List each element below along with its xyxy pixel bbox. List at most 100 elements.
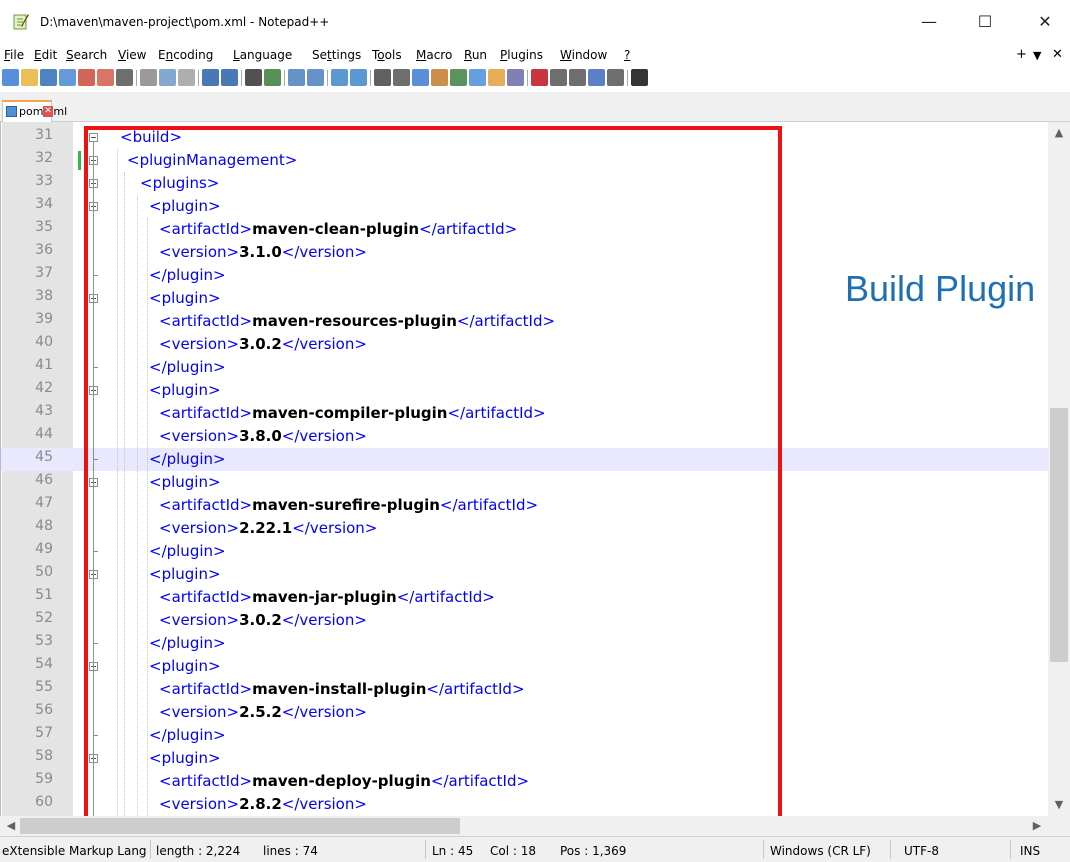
menu-plugins[interactable]: Plugins [500, 48, 543, 62]
code-line[interactable]: 59 <artifactId>maven-deploy-plugin</artif… [1, 770, 1048, 793]
code-line[interactable]: 54 <plugin> [1, 655, 1048, 678]
menu-run[interactable]: Run [464, 48, 487, 62]
close-document-icon[interactable]: ✕ [1052, 47, 1063, 62]
record-macro-icon[interactable] [531, 69, 548, 86]
maximize-button[interactable]: ☐ [970, 10, 1000, 34]
menu-edit[interactable]: Edit [34, 48, 57, 62]
scroll-right-arrow-icon[interactable]: ▶ [1026, 819, 1048, 832]
menu-search[interactable]: Search [66, 48, 107, 62]
horizontal-scroll-thumb[interactable] [20, 818, 460, 834]
copy-icon[interactable] [159, 69, 176, 86]
code-line[interactable]: 43 <artifactId>maven-compiler-plugin</art… [1, 402, 1048, 425]
tab-close-icon[interactable]: ✕ [43, 106, 53, 117]
vertical-scrollbar[interactable]: ▲ ▼ [1048, 122, 1070, 816]
code-line[interactable]: 55 <artifactId>maven-install-plugin</arti… [1, 678, 1048, 701]
close-all-icon[interactable] [97, 69, 114, 86]
replace-icon[interactable] [264, 69, 281, 86]
vertical-scroll-thumb[interactable] [1050, 408, 1068, 662]
code-line[interactable]: 58 <plugin> [1, 747, 1048, 770]
folder-workspace-icon[interactable] [488, 69, 505, 86]
code-line[interactable]: 50 <plugin> [1, 563, 1048, 586]
code-line[interactable]: 41 </plugin> [1, 356, 1048, 379]
redo-icon[interactable] [221, 69, 238, 86]
menu-language[interactable]: Language [233, 48, 292, 62]
code-line[interactable]: 33 <plugins> [1, 172, 1048, 195]
code-line[interactable]: 56 <version>2.5.2</version> [1, 701, 1048, 724]
status-encoding[interactable]: UTF-8 [904, 844, 939, 858]
code-line[interactable]: 47 <artifactId>maven-surefire-plugin</art… [1, 494, 1048, 517]
scroll-up-arrow-icon[interactable]: ▲ [1048, 126, 1070, 139]
close-icon[interactable] [78, 69, 95, 86]
save-macro-icon[interactable] [607, 69, 624, 86]
stop-macro-icon[interactable] [550, 69, 567, 86]
menu-file[interactable]: File [4, 48, 24, 62]
cut-icon[interactable] [140, 69, 157, 86]
code-line[interactable]: 35 <artifactId>maven-clean-plugin</artifa… [1, 218, 1048, 241]
code-text: <version>3.1.0</version> [159, 241, 367, 264]
open-file-icon[interactable] [21, 69, 38, 86]
code-line[interactable]: 49 </plugin> [1, 540, 1048, 563]
menu-window[interactable]: Window [560, 48, 607, 62]
tab-pom-xml[interactable]: pom.xml ✕ [2, 100, 67, 122]
scroll-down-arrow-icon[interactable]: ▼ [1048, 798, 1070, 811]
status-divider [425, 840, 426, 859]
code-line[interactable]: 31 <build> [1, 126, 1048, 149]
zoom-out-icon[interactable] [307, 69, 324, 86]
menu-tools[interactable]: Tools [372, 48, 402, 62]
new-tab-plus-icon[interactable]: + [1016, 47, 1027, 62]
save-icon[interactable] [40, 69, 57, 86]
code-line[interactable]: 42 <plugin> [1, 379, 1048, 402]
menu-view[interactable]: View [118, 48, 146, 62]
print-icon[interactable] [116, 69, 133, 86]
code-line[interactable]: 51 <artifactId>maven-jar-plugin</artifact… [1, 586, 1048, 609]
code-line[interactable]: 45 </plugin> [1, 448, 1048, 471]
code-line[interactable]: 52 <version>3.0.2</version> [1, 609, 1048, 632]
code-line[interactable]: 48 <version>2.22.1</version> [1, 517, 1048, 540]
scroll-left-arrow-icon[interactable]: ◀ [0, 819, 22, 832]
word-wrap-icon[interactable] [374, 69, 391, 86]
code-line[interactable]: 57 </plugin> [1, 724, 1048, 747]
code-line[interactable]: 34 <plugin> [1, 195, 1048, 218]
code-line[interactable]: 40 <version>3.0.2</version> [1, 333, 1048, 356]
menu-encoding[interactable]: Encoding [158, 48, 213, 62]
code-line[interactable]: 36 <version>3.1.0</version> [1, 241, 1048, 264]
menu-macro[interactable]: Macro [416, 48, 452, 62]
line-number: 38 [35, 288, 53, 304]
status-insert-mode[interactable]: INS [1020, 844, 1040, 858]
code-line[interactable]: 60 <version>2.8.2</version> [1, 793, 1048, 816]
udl-icon[interactable] [431, 69, 448, 86]
code-line[interactable]: 53 </plugin> [1, 632, 1048, 655]
undo-icon[interactable] [202, 69, 219, 86]
zoom-in-icon[interactable] [288, 69, 305, 86]
minimize-button[interactable]: — [914, 10, 944, 34]
horizontal-scrollbar[interactable]: ◀ ▶ [0, 816, 1048, 836]
line-number: 58 [35, 748, 53, 764]
new-file-icon[interactable] [2, 69, 19, 86]
line-number: 42 [35, 380, 53, 396]
play-macro-icon[interactable] [569, 69, 586, 86]
monitoring-icon[interactable] [507, 69, 524, 86]
run-icon[interactable] [631, 69, 648, 86]
tab-list-dropdown-icon[interactable]: ▼ [1033, 49, 1041, 62]
sync-horizontal-icon[interactable] [350, 69, 367, 86]
menu-settings[interactable]: Settings [312, 48, 361, 62]
code-line[interactable]: 39 <artifactId>maven-resources-plugin</ar… [1, 310, 1048, 333]
run-macro-multiple-icon[interactable] [588, 69, 605, 86]
sync-vertical-icon[interactable] [331, 69, 348, 86]
doc-map-icon[interactable] [450, 69, 467, 86]
code-line[interactable]: 46 <plugin> [1, 471, 1048, 494]
code-line[interactable]: 32 <pluginManagement> [1, 149, 1048, 172]
indent-guide-icon[interactable] [412, 69, 429, 86]
close-window-button[interactable]: ✕ [1030, 10, 1060, 34]
menu-help[interactable]: ? [624, 48, 630, 62]
fold-toggle-icon[interactable] [89, 133, 98, 142]
paste-icon[interactable] [178, 69, 195, 86]
find-icon[interactable] [245, 69, 262, 86]
code-line[interactable]: 44 <version>3.8.0</version> [1, 425, 1048, 448]
show-all-chars-icon[interactable] [393, 69, 410, 86]
function-list-icon[interactable] [469, 69, 486, 86]
menu-bar: File Edit Search View Encoding Language … [0, 44, 1070, 66]
save-all-icon[interactable] [59, 69, 76, 86]
editor-pane[interactable]: 31 <build> 32 <pluginManagement> 33 <plugins>… [0, 122, 1070, 816]
status-eol[interactable]: Windows (CR LF) [770, 844, 871, 858]
